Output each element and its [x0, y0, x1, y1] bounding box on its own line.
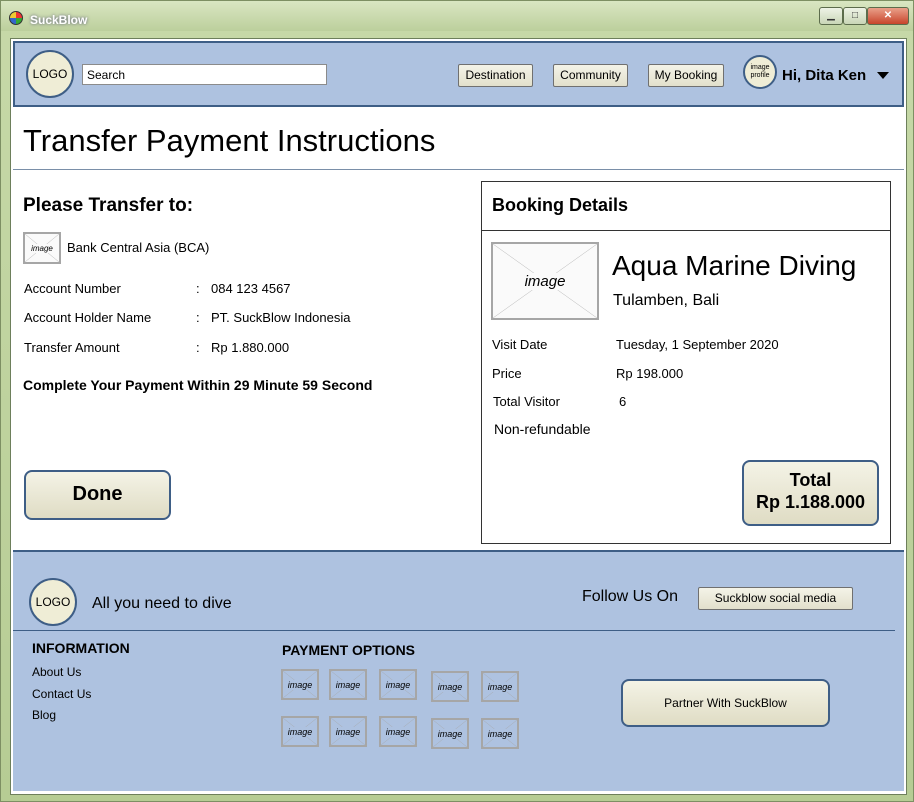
maximize-button[interactable]: □ [843, 7, 867, 25]
total-button[interactable]: Total Rp 1.188.000 [742, 460, 879, 526]
minimize-button[interactable]: ▁ [819, 7, 843, 25]
bank-logo-image: image [23, 232, 61, 264]
visit-date-value: Tuesday, 1 September 2020 [616, 337, 779, 352]
field-separator: : [196, 340, 200, 355]
search-input[interactable] [82, 64, 327, 85]
field-separator: : [196, 281, 200, 296]
footer-tagline: All you need to dive [92, 595, 232, 612]
destination-location: Tulamben, Bali [613, 292, 720, 309]
payment-option-image: image [431, 718, 469, 749]
nav-my-booking-button[interactable]: My Booking [648, 64, 724, 87]
window-title: SuckBlow [30, 13, 88, 27]
payment-option-image: image [329, 716, 367, 747]
page-title: Transfer Payment Instructions [23, 123, 436, 158]
visit-date-label: Visit Date [492, 337, 548, 352]
booking-heading: Booking Details [492, 195, 629, 215]
payment-countdown: Complete Your Payment Within 29 Minute 5… [23, 377, 373, 393]
social-media-button[interactable]: Suckblow social media [698, 587, 853, 610]
total-value: Rp 1.188.000 [755, 492, 866, 512]
price-value: Rp 198.000 [616, 366, 684, 381]
payment-option-image: image [281, 669, 319, 700]
total-label: Total [789, 470, 832, 490]
app-window: SuckBlow ▁ □ ✕ LOGO Destination Communit… [0, 0, 914, 802]
nav-community-button[interactable]: Community [553, 64, 628, 87]
partner-button[interactable]: Partner With SuckBlow [621, 679, 830, 727]
price-label: Price [492, 366, 522, 381]
divider [13, 169, 904, 170]
footer-logo[interactable]: LOGO [29, 578, 77, 626]
payment-option-image: image [379, 669, 417, 700]
follow-us-label: Follow Us On [582, 588, 679, 605]
title-bar: SuckBlow ▁ □ ✕ [1, 1, 913, 31]
booking-details-panel: Booking Details image Aqua Marine Diving… [481, 181, 891, 544]
account-number-label: Account Number [24, 281, 121, 296]
blog-link[interactable]: Blog [32, 708, 56, 722]
divider [482, 230, 890, 231]
top-navigation: LOGO Destination Community My Booking im… [13, 41, 904, 107]
nav-destination-button[interactable]: Destination [458, 64, 533, 87]
contact-us-link[interactable]: Contact Us [32, 687, 91, 701]
payment-option-image: image [481, 671, 519, 702]
transfer-amount-label: Transfer Amount [24, 340, 120, 355]
logo[interactable]: LOGO [26, 50, 74, 98]
payment-option-image: image [329, 669, 367, 700]
transfer-amount-value: Rp 1.880.000 [211, 340, 290, 355]
bank-name: Bank Central Asia (BCA) [67, 240, 210, 255]
information-heading: INFORMATION [32, 640, 130, 656]
divider [13, 630, 895, 631]
payment-option-image: image [431, 671, 469, 702]
field-separator: : [196, 310, 200, 325]
done-button[interactable]: Done [24, 470, 171, 520]
account-holder-label: Account Holder Name [24, 310, 152, 325]
destination-image: image [491, 242, 599, 320]
account-number-value: 084 123 4567 [211, 281, 291, 296]
destination-name: Aqua Marine Diving [612, 250, 857, 281]
footer: LOGO All you need to dive Follow Us On S… [13, 550, 904, 791]
total-visitor-value: 6 [619, 394, 627, 409]
payment-options-heading: PAYMENT OPTIONS [282, 642, 416, 658]
avatar[interactable]: image profile [743, 55, 777, 89]
page-content: LOGO Destination Community My Booking im… [10, 38, 907, 795]
refund-note: Non-refundable [494, 421, 591, 437]
close-button[interactable]: ✕ [867, 7, 909, 25]
payment-option-image: image [481, 718, 519, 749]
user-greeting[interactable]: Hi, Dita Ken [782, 67, 866, 84]
total-visitor-label: Total Visitor [493, 394, 560, 409]
transfer-heading: Please Transfer to: [23, 195, 194, 216]
account-holder-value: PT. SuckBlow Indonesia [211, 310, 351, 325]
payment-option-image: image [281, 716, 319, 747]
chevron-down-icon[interactable] [877, 72, 889, 79]
about-us-link[interactable]: About Us [32, 665, 81, 679]
payment-option-image: image [379, 716, 417, 747]
app-icon [9, 11, 23, 25]
